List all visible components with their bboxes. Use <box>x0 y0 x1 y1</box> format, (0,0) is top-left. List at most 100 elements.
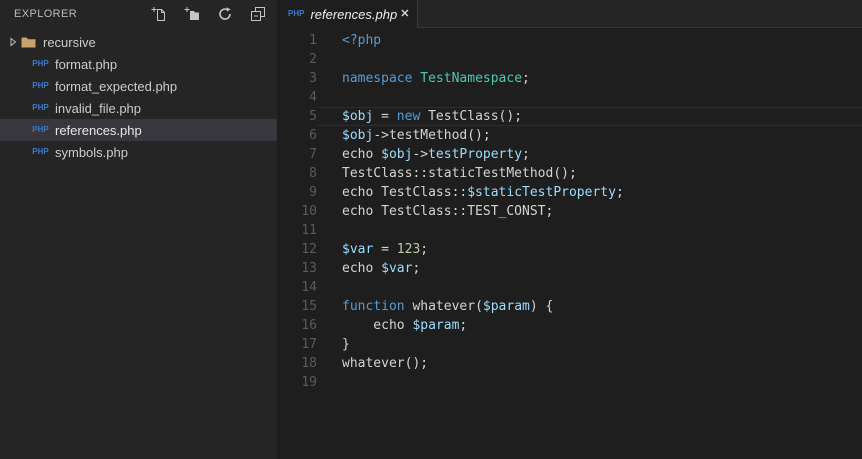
line-content[interactable]: whatever(); <box>317 354 862 373</box>
code-line-5[interactable]: 5 $obj = new TestClass(); <box>277 107 862 126</box>
line-number[interactable]: 9 <box>277 183 317 202</box>
line-number[interactable]: 14 <box>277 278 317 297</box>
line-number[interactable]: 8 <box>277 164 317 183</box>
line-content[interactable] <box>317 373 862 392</box>
token-var: $obj <box>381 147 413 162</box>
line-content[interactable]: $obj = new TestClass(); <box>317 107 862 126</box>
code-line-19[interactable]: 19 <box>277 373 862 392</box>
new-file-button[interactable] <box>150 5 168 23</box>
line-content[interactable]: function whatever($param) { <box>317 297 862 316</box>
token-def: -> <box>412 147 429 162</box>
line-content[interactable]: namespace TestNamespace; <box>317 69 862 88</box>
token-def <box>412 71 420 86</box>
token-var: $staticTestProperty <box>467 185 616 200</box>
tree-item-label: symbols.php <box>55 144 128 160</box>
line-content[interactable]: <?php <box>317 31 862 50</box>
tab-close-icon[interactable]: ✕ <box>397 7 412 22</box>
token-def: whatever( <box>404 299 483 314</box>
line-number[interactable]: 4 <box>277 88 317 107</box>
code-line-9[interactable]: 9 echo TestClass:: $staticTestProperty; <box>277 183 862 202</box>
line-content[interactable]: } <box>317 335 862 354</box>
token-var: $obj <box>342 109 374 124</box>
line-number[interactable]: 2 <box>277 50 317 69</box>
code-line-4[interactable]: 4 <box>277 88 862 107</box>
token-def: echo TestClass::TEST_CONST; <box>342 204 554 219</box>
line-content[interactable] <box>317 221 862 240</box>
token-def: ->testMethod(); <box>373 128 491 143</box>
line-number[interactable]: 7 <box>277 145 317 164</box>
token-def: TestClass(); <box>420 109 523 124</box>
folder-icon <box>20 36 37 48</box>
tree-file-format.php[interactable]: PHP format.php <box>0 53 277 75</box>
token-num: 123 <box>396 242 421 257</box>
line-number[interactable]: 3 <box>277 69 317 88</box>
line-content[interactable]: echo $param; <box>317 316 862 335</box>
new-file-icon <box>151 6 167 22</box>
code-line-15[interactable]: 15 function whatever($param) { <box>277 297 862 316</box>
code-line-3[interactable]: 3 namespace TestNamespace; <box>277 69 862 88</box>
line-content[interactable] <box>317 88 862 107</box>
collapse-all-button[interactable] <box>249 5 267 23</box>
line-number[interactable]: 5 <box>277 107 317 126</box>
code-line-10[interactable]: 10 echo TestClass::TEST_CONST; <box>277 202 862 221</box>
token-def: ; <box>412 261 421 276</box>
line-content[interactable] <box>317 278 862 297</box>
line-number[interactable]: 13 <box>277 259 317 278</box>
tab-bar: PHP references.php ✕ <box>277 0 862 28</box>
code-line-16[interactable]: 16 echo $param; <box>277 316 862 335</box>
explorer-title: EXPLORER <box>14 8 78 20</box>
code-line-18[interactable]: 18 whatever(); <box>277 354 862 373</box>
code-line-17[interactable]: 17} <box>277 335 862 354</box>
tree-file-format_expected.php[interactable]: PHP format_expected.php <box>0 75 277 97</box>
php-file-icon: PHP <box>32 59 49 68</box>
line-content[interactable]: TestClass::staticTestMethod(); <box>317 164 862 183</box>
code-line-11[interactable]: 11 <box>277 221 862 240</box>
line-content[interactable]: $var = 123; <box>317 240 862 259</box>
line-number[interactable]: 10 <box>277 202 317 221</box>
tree-file-invalid_file.php[interactable]: PHP invalid_file.php <box>0 97 277 119</box>
line-number[interactable]: 12 <box>277 240 317 259</box>
line-number[interactable]: 15 <box>277 297 317 316</box>
code-line-2[interactable]: 2 <box>277 50 862 69</box>
tree-file-references.php[interactable]: PHP references.php <box>0 119 277 141</box>
php-file-icon: PHP <box>32 147 49 156</box>
code-editor[interactable]: 1 <?php 2 3 namespace TestNamespace; 4 5 $obj =… <box>277 28 862 459</box>
chevron-right-icon <box>6 37 20 47</box>
code-line-13[interactable]: 13 echo $var; <box>277 259 862 278</box>
refresh-icon <box>217 6 233 22</box>
code-line-7[interactable]: 7 echo $obj -> testProperty; <box>277 145 862 164</box>
code-line-14[interactable]: 14 <box>277 278 862 297</box>
token-def: = <box>373 242 397 257</box>
php-file-icon: PHP <box>32 125 49 134</box>
new-folder-button[interactable] <box>183 5 201 23</box>
token-def: ; <box>459 318 468 333</box>
line-number[interactable]: 6 <box>277 126 317 145</box>
tab-references-php[interactable]: PHP references.php ✕ <box>277 0 417 28</box>
line-number[interactable]: 1 <box>277 31 317 50</box>
line-content[interactable]: echo TestClass::TEST_CONST; <box>317 202 862 221</box>
code-line-12[interactable]: 12 $var = 123; <box>277 240 862 259</box>
code-line-6[interactable]: 6 $obj ->testMethod(); <box>277 126 862 145</box>
line-number[interactable]: 16 <box>277 316 317 335</box>
token-def: echo <box>342 147 382 162</box>
token-def: whatever(); <box>342 356 429 371</box>
token-def: = <box>373 109 397 124</box>
tree-folder-recursive[interactable]: recursive <box>0 31 277 53</box>
refresh-button[interactable] <box>216 5 234 23</box>
tab-label: references.php <box>310 6 398 22</box>
token-def: } <box>342 337 350 352</box>
token-cls: TestNamespace <box>420 71 523 86</box>
code-line-1[interactable]: 1 <?php <box>277 31 862 50</box>
line-number[interactable]: 19 <box>277 373 317 392</box>
line-content[interactable]: $obj ->testMethod(); <box>317 126 862 145</box>
code-line-8[interactable]: 8 TestClass::staticTestMethod(); <box>277 164 862 183</box>
line-content[interactable]: echo $var; <box>317 259 862 278</box>
file-tree: recursive PHP format.php PHP format_expected… <box>0 31 277 163</box>
line-number[interactable]: 18 <box>277 354 317 373</box>
line-content[interactable]: echo $obj -> testProperty; <box>317 145 862 164</box>
line-content[interactable]: echo TestClass:: $staticTestProperty; <box>317 183 862 202</box>
line-number[interactable]: 17 <box>277 335 317 354</box>
tree-file-symbols.php[interactable]: PHP symbols.php <box>0 141 277 163</box>
line-content[interactable] <box>317 50 862 69</box>
line-number[interactable]: 11 <box>277 221 317 240</box>
